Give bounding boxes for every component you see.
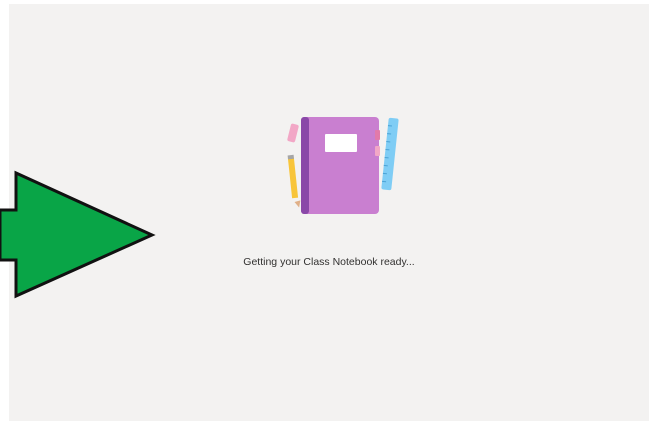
class-notebook-icon <box>287 117 399 214</box>
pencil-icon <box>287 154 301 208</box>
notebook-icon <box>301 117 380 214</box>
ruler-icon <box>381 117 399 191</box>
eraser-icon <box>287 123 299 143</box>
arrow-right-icon <box>0 170 156 299</box>
